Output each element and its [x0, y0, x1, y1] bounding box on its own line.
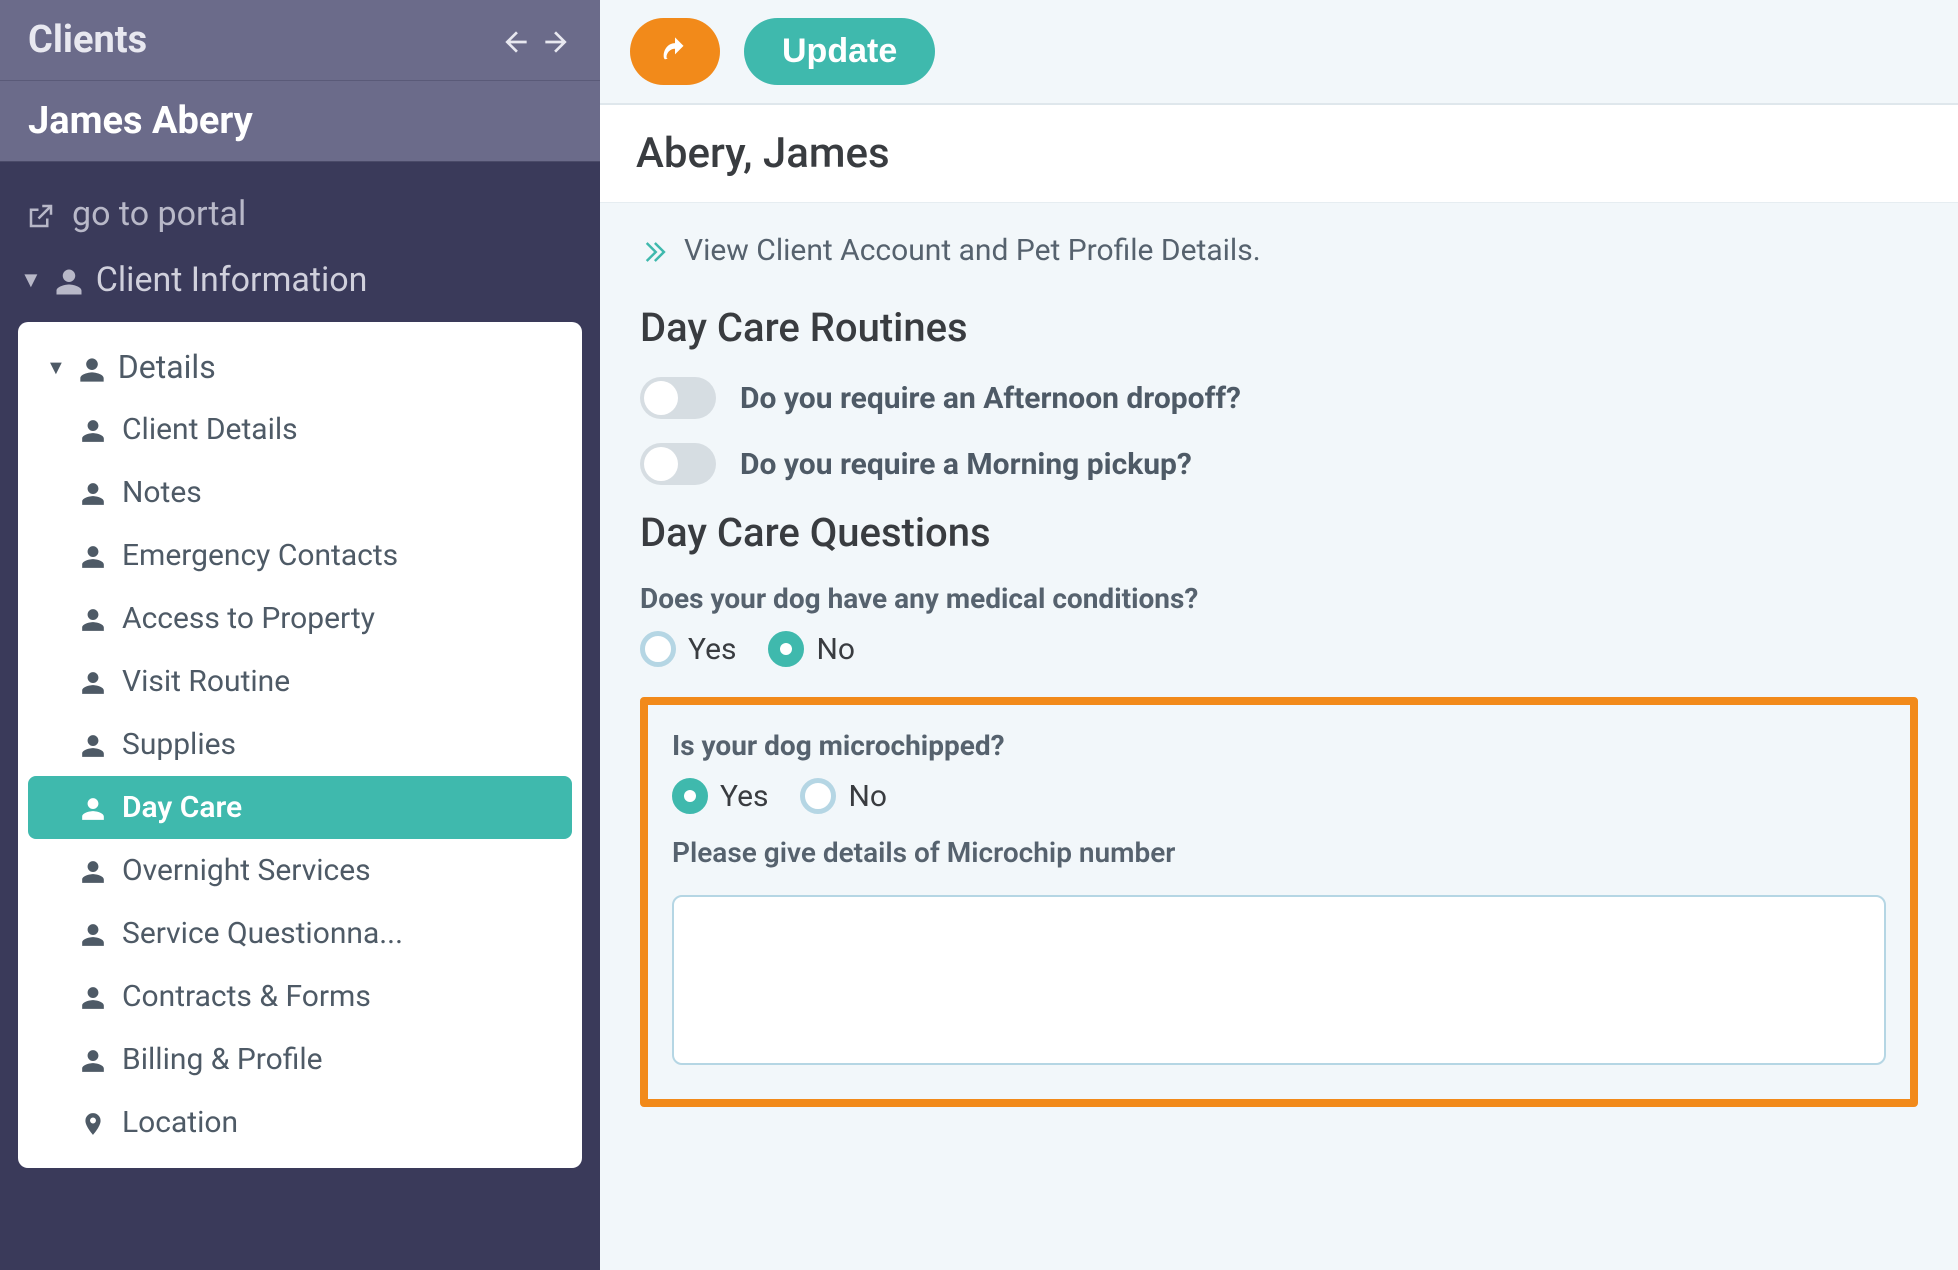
person-icon — [80, 664, 106, 699]
section-title-questions: Day Care Questions — [640, 509, 1918, 556]
sidebar-item-label: Client Details — [122, 412, 298, 447]
chevron-double-right-icon — [640, 233, 668, 268]
sidebar-item-label: Location — [122, 1105, 238, 1140]
arrow-left-icon[interactable] — [500, 19, 532, 61]
toggle-afternoon-dropoff[interactable] — [640, 377, 716, 419]
radio-label: Yes — [688, 632, 736, 667]
radio-label: No — [816, 632, 855, 667]
radio-group-medical: Yes No — [640, 631, 1918, 667]
nav-arrows — [500, 19, 572, 61]
undo-icon — [658, 32, 692, 71]
portal-link[interactable]: go to portal — [18, 182, 582, 246]
radio-medical-yes[interactable]: Yes — [640, 631, 736, 667]
question-label: Is your dog microchipped? — [672, 729, 1886, 762]
sidebar-item-location[interactable]: Location — [28, 1091, 572, 1154]
radio-microchip-no[interactable]: No — [800, 778, 887, 814]
toggle-morning-pickup[interactable] — [640, 443, 716, 485]
sidebar-item-overnight-services[interactable]: Overnight Services — [28, 839, 572, 902]
radio-label: No — [848, 779, 887, 814]
sidebar-body: go to portal ▼ Client Information ▼ Deta… — [0, 162, 600, 1270]
sidebar-item-client-details[interactable]: Client Details — [28, 398, 572, 461]
sidebar-item-label: Supplies — [122, 727, 236, 762]
sidebar-item-day-care[interactable]: Day Care — [28, 776, 572, 839]
radio-microchip-yes[interactable]: Yes — [672, 778, 768, 814]
toggle-label: Do you require a Morning pickup? — [740, 447, 1192, 482]
question-medical-conditions: Does your dog have any medical condition… — [640, 582, 1918, 667]
toggle-row-afternoon-dropoff: Do you require an Afternoon dropoff? — [640, 377, 1918, 419]
sidebar-item-label: Service Questionna... — [122, 916, 403, 951]
sidebar-item-label: Billing & Profile — [122, 1042, 323, 1077]
sidebar-item-label: Notes — [122, 475, 202, 510]
person-icon — [78, 348, 106, 386]
sidebar: Clients James Abery go to portal ▼ Clien… — [0, 0, 600, 1270]
person-icon — [80, 790, 106, 825]
main: Update Abery, James View Client Account … — [600, 0, 1958, 1270]
page-title: Abery, James — [636, 129, 890, 178]
microchip-details-label: Please give details of Microchip number — [672, 836, 1886, 869]
nav-group-label: Details — [118, 348, 216, 386]
section-title-routines: Day Care Routines — [640, 304, 1918, 351]
person-icon — [80, 979, 106, 1014]
sidebar-item-label: Emergency Contacts — [122, 538, 398, 573]
microchip-details-input[interactable] — [672, 895, 1886, 1065]
back-button[interactable] — [630, 18, 720, 85]
radio-medical-no[interactable]: No — [768, 631, 855, 667]
sidebar-item-billing-profile[interactable]: Billing & Profile — [28, 1028, 572, 1091]
radio-icon — [640, 631, 676, 667]
sidebar-item-service-questionnaires[interactable]: Service Questionna... — [28, 902, 572, 965]
sidebar-section-client-info[interactable]: ▼ Client Information — [18, 246, 582, 314]
question-label: Does your dog have any medical condition… — [640, 582, 1918, 615]
sidebar-section-label: Client Information — [96, 260, 368, 300]
sidebar-item-label: Visit Routine — [122, 664, 290, 699]
sidebar-item-label: Overnight Services — [122, 853, 371, 888]
question-microchipped: Is your dog microchipped? Yes No — [672, 729, 1886, 814]
person-icon — [54, 260, 84, 300]
sidebar-item-contracts-forms[interactable]: Contracts & Forms — [28, 965, 572, 1028]
client-name-bar: James Abery — [0, 81, 600, 162]
caret-down-icon: ▼ — [20, 267, 42, 293]
location-icon — [80, 1105, 106, 1140]
sidebar-item-visit-routine[interactable]: Visit Routine — [28, 650, 572, 713]
sidebar-item-label: Contracts & Forms — [122, 979, 371, 1014]
sidebar-item-access-to-property[interactable]: Access to Property — [28, 587, 572, 650]
nav-group-details[interactable]: ▼ Details — [28, 336, 572, 398]
sidebar-item-label: Day Care — [122, 790, 242, 825]
person-icon — [80, 601, 106, 636]
person-icon — [80, 1042, 106, 1077]
sidebar-header: Clients — [0, 0, 600, 81]
radio-icon — [672, 778, 708, 814]
person-icon — [80, 727, 106, 762]
nav-panel: ▼ Details Client Details Notes Emergency… — [18, 322, 582, 1168]
highlight-microchip-section: Is your dog microchipped? Yes No Please … — [640, 697, 1918, 1107]
arrow-right-icon[interactable] — [540, 19, 572, 61]
view-link-label: View Client Account and Pet Profile Deta… — [684, 233, 1261, 268]
share-icon — [26, 194, 56, 234]
client-name: James Abery — [28, 99, 253, 143]
update-button[interactable]: Update — [744, 18, 935, 85]
view-client-profile-link[interactable]: View Client Account and Pet Profile Deta… — [640, 233, 1918, 268]
sidebar-item-supplies[interactable]: Supplies — [28, 713, 572, 776]
person-icon — [80, 916, 106, 951]
person-icon — [80, 538, 106, 573]
sidebar-item-emergency-contacts[interactable]: Emergency Contacts — [28, 524, 572, 587]
radio-icon — [768, 631, 804, 667]
content-header: Abery, James — [600, 105, 1958, 203]
toggle-label: Do you require an Afternoon dropoff? — [740, 381, 1241, 416]
caret-down-icon: ▼ — [46, 355, 66, 380]
portal-link-label: go to portal — [72, 194, 246, 234]
toolbar: Update — [600, 0, 1958, 105]
sidebar-item-label: Access to Property — [122, 601, 375, 636]
person-icon — [80, 475, 106, 510]
person-icon — [80, 412, 106, 447]
person-icon — [80, 853, 106, 888]
toggle-row-morning-pickup: Do you require a Morning pickup? — [640, 443, 1918, 485]
radio-group-microchip: Yes No — [672, 778, 1886, 814]
content-body: View Client Account and Pet Profile Deta… — [600, 203, 1958, 1270]
radio-label: Yes — [720, 779, 768, 814]
sidebar-title: Clients — [28, 18, 147, 62]
radio-icon — [800, 778, 836, 814]
sidebar-item-notes[interactable]: Notes — [28, 461, 572, 524]
